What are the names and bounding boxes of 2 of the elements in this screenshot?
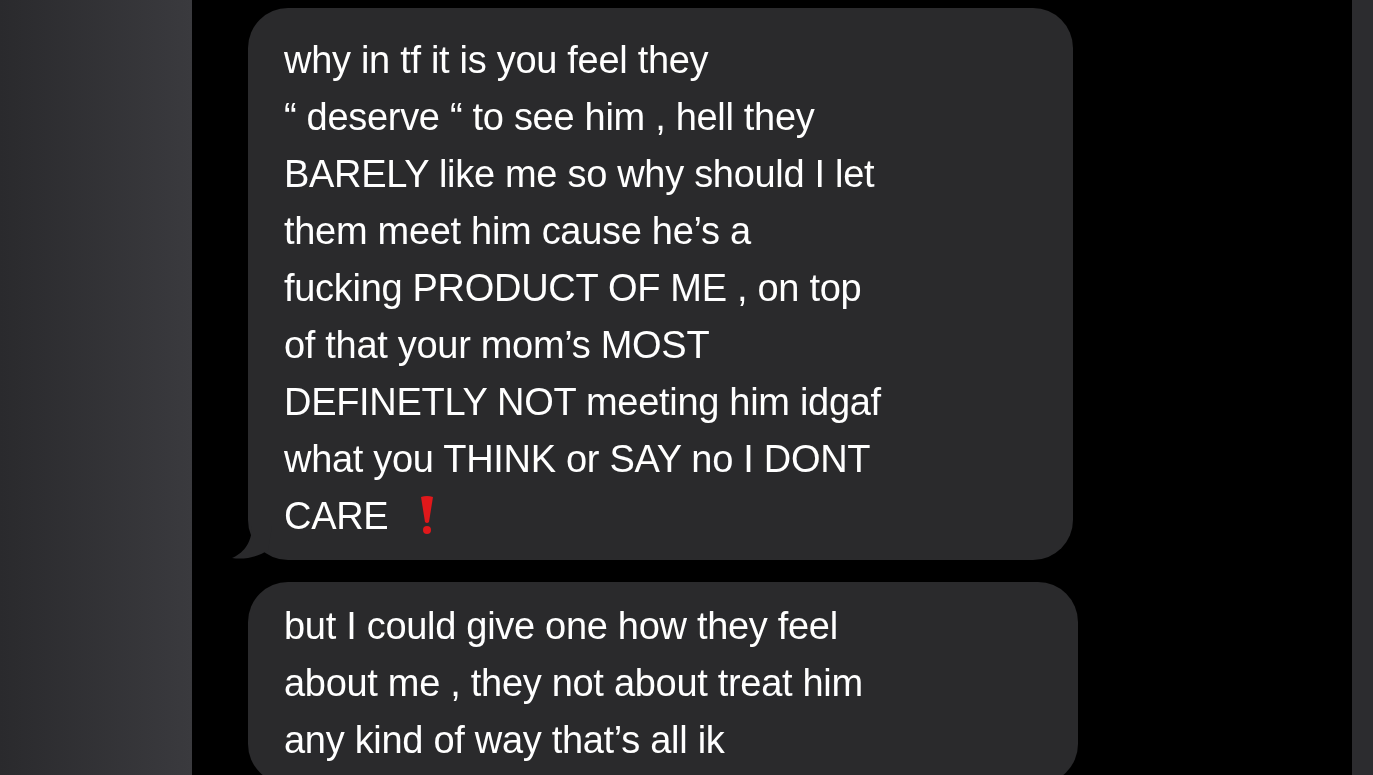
message-text: why in tf it is you feel they “ deserve “ to see him , hell they BARELY like me so why should I let them meet him cause he’s a fucking PRODUCT OF ME , on top of that your mom’s MOST DEFINETLY NOT meeting him idgaf what you THINK or SAY no I DONT CARE bbox=[284, 38, 882, 539]
message-text: but I could give one how they feel about me , they not about treat him any kind of way that’s all ik bbox=[284, 604, 864, 763]
